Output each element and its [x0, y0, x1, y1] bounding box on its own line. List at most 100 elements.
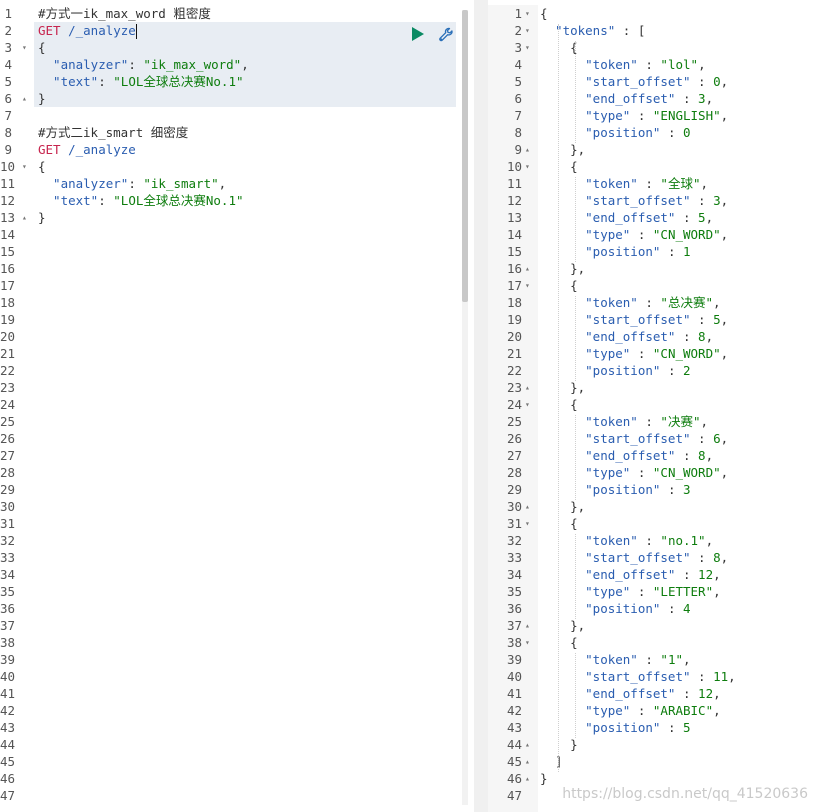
line-number: 12	[506, 193, 522, 208]
code-token: GET	[38, 23, 61, 38]
fold-close-icon[interactable]: ▴	[525, 141, 530, 158]
code-token: ,	[712, 295, 721, 310]
code-token: 5	[713, 312, 721, 327]
code-token: ,	[720, 108, 729, 123]
fold-open-icon[interactable]: ▾	[525, 634, 530, 651]
code-token: },	[540, 142, 586, 157]
line-number: 27	[0, 448, 16, 463]
code-token: ,	[720, 74, 729, 89]
code-token: "总决赛"	[660, 295, 713, 310]
code-token: :	[637, 652, 661, 667]
request-code[interactable]: #方式一ik_max_word 粗密度 GET /_analyze { "analy…	[34, 5, 470, 812]
line-number-gutter: 1 ▾ 2 ▾ 3 ▾ 4 5 6 7 8 9 ▴ 10 ▾ 11 12 13 14 15 16 ▴ 17 ▾ 18 19 20 21…	[488, 5, 538, 812]
code-token: "start_offset"	[540, 550, 691, 565]
line-number: 36	[506, 601, 522, 616]
line-number: 43	[506, 720, 522, 735]
line-number: 8	[4, 125, 12, 140]
fold-close-icon[interactable]: ▴	[525, 379, 530, 396]
fold-close-icon[interactable]: ▴	[525, 498, 530, 515]
code-token: "LETTER"	[652, 584, 714, 599]
code-token: "type"	[540, 108, 631, 123]
code-token: "end_offset"	[540, 686, 676, 701]
code-line: "start_offset" : 8,	[538, 549, 816, 566]
fold-close-icon[interactable]: ▴	[22, 209, 27, 226]
code-token: "analyzer"	[38, 57, 129, 72]
code-token: :	[637, 295, 661, 310]
fold-open-icon[interactable]: ▾	[525, 39, 530, 56]
code-token: 4	[683, 601, 691, 616]
line-number: 13	[506, 210, 522, 225]
line-number: 27	[506, 448, 522, 463]
fold-close-icon[interactable]: ▴	[525, 260, 530, 277]
code-line: "type" : "LETTER",	[538, 583, 816, 600]
fold-close-icon[interactable]: ▴	[525, 753, 530, 770]
code-token: {	[38, 40, 46, 55]
fold-close-icon[interactable]: ▴	[525, 617, 530, 634]
line-number: 46 ▴	[506, 770, 530, 787]
code-line: "text": "LOL全球总决赛No.1"	[34, 192, 470, 209]
code-line: "position" : 2	[538, 362, 816, 379]
line-number: 16 ▴	[506, 260, 530, 277]
code-token: :	[637, 57, 661, 72]
fold-open-icon[interactable]: ▾	[525, 515, 530, 532]
code-token: "LOL全球总决赛No.1"	[113, 74, 244, 89]
indent-guide	[558, 24, 559, 772]
wrench-icon[interactable]	[437, 26, 455, 44]
fold-open-icon[interactable]: ▾	[22, 158, 27, 175]
code-line: "end_offset" : 8,	[538, 328, 816, 345]
fold-open-icon[interactable]: ▾	[525, 158, 530, 175]
fold-close-icon[interactable]: ▴	[525, 736, 530, 753]
code-token: :	[690, 550, 714, 565]
code-token: :	[637, 533, 661, 548]
code-line: "position" : 0	[538, 124, 816, 141]
code-token: ,	[700, 414, 709, 429]
code-token: },	[540, 261, 586, 276]
fold-close-icon[interactable]: ▴	[22, 90, 27, 107]
line-number: 2 ▾	[514, 22, 530, 39]
code-line: #方式一ik_max_word 粗密度	[34, 5, 470, 22]
code-token: "start_offset"	[540, 312, 691, 327]
code-line: }	[538, 736, 816, 753]
line-number: 35	[0, 584, 16, 599]
fold-open-icon[interactable]: ▾	[22, 39, 27, 56]
code-token: #方式一ik_max_word 粗密度	[38, 6, 211, 21]
code-line: }	[538, 770, 816, 787]
line-number: 14	[0, 227, 16, 242]
code-line: GET /_analyze	[34, 141, 470, 158]
code-token: : [	[615, 23, 646, 38]
code-token: }	[540, 771, 548, 786]
fold-open-icon[interactable]: ▾	[525, 5, 530, 22]
code-token: ,	[705, 91, 714, 106]
fold-close-icon[interactable]: ▴	[525, 770, 530, 787]
line-number: 1	[4, 6, 12, 21]
code-token: "token"	[540, 414, 638, 429]
line-number: 39	[0, 652, 16, 667]
code-token: :	[660, 482, 683, 497]
code-token: "token"	[540, 176, 638, 191]
code-token: "tokens"	[540, 23, 616, 38]
response-viewer: 1 ▾ 2 ▾ 3 ▾ 4 5 6 7 8 9 ▴ 10 ▾ 11 12 13 14 15 16 ▴ 17 ▾ 18 19 20 21…	[488, 5, 816, 812]
line-number: 17 ▾	[506, 277, 530, 294]
line-number: 5	[514, 74, 522, 89]
pane-resize-divider[interactable]	[474, 0, 488, 812]
code-token: "1"	[660, 652, 683, 667]
code-token: "start_offset"	[540, 193, 691, 208]
fold-open-icon[interactable]: ▾	[525, 277, 530, 294]
code-token: :	[630, 584, 653, 599]
code-token: :	[675, 448, 699, 463]
request-editor[interactable]: 1 2 3 ▾ 4 5 6 ▴ 7 8 9 10 ▾ 11 12 13 ▴ 14 15 16 17 18 19 20 21 22 2…	[0, 5, 470, 812]
code-line: "type" : "ENGLISH",	[538, 107, 816, 124]
text-cursor	[135, 24, 137, 39]
line-number: 19	[0, 312, 16, 327]
code-token: ,	[720, 193, 729, 208]
run-request-icon[interactable]	[412, 27, 424, 41]
line-number: 5	[4, 74, 12, 89]
line-number: 35	[506, 584, 522, 599]
line-number: 29	[0, 482, 16, 497]
code-token: :	[128, 57, 144, 72]
response-code: { "tokens" : [ { "token" : "lol", "start…	[538, 5, 816, 812]
code-token: 0	[713, 74, 721, 89]
editor-scrollbar-thumb[interactable]	[462, 10, 468, 302]
fold-open-icon[interactable]: ▾	[525, 396, 530, 413]
fold-open-icon[interactable]: ▾	[525, 22, 530, 39]
